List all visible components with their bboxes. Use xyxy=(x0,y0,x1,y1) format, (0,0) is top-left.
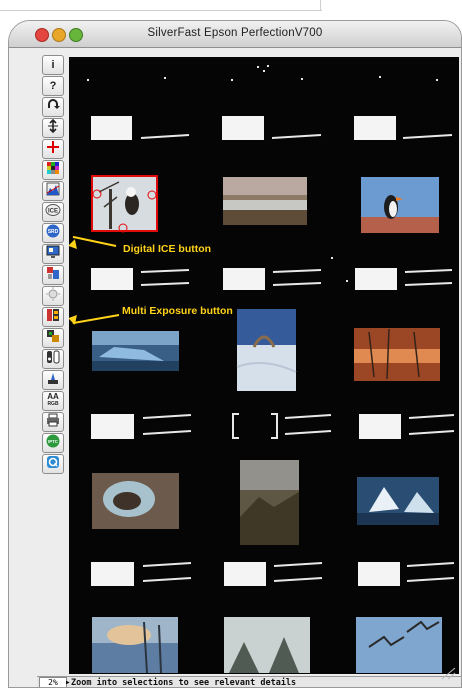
histogram-icon xyxy=(46,182,60,196)
svg-text:SRD: SRD xyxy=(48,229,59,235)
prescan-preview-area[interactable]: Digital ICE button Multi Exposure button xyxy=(69,57,459,674)
batch-scan-button[interactable] xyxy=(42,244,64,264)
info-button[interactable]: i xyxy=(42,55,64,75)
status-hint: Zoom into selections to see relevant det… xyxy=(71,678,297,688)
srd-icon: SRD xyxy=(46,224,60,238)
zoom-menu-arrow-icon[interactable]: ▶ xyxy=(66,677,70,687)
auto-adjust-rgb-button[interactable]: AA RGB xyxy=(42,391,64,411)
film-icon xyxy=(47,309,59,321)
frames-icon xyxy=(47,267,59,279)
ice-annotation-label: Digital ICE button xyxy=(123,243,212,255)
eagle-photo-selected xyxy=(91,175,158,232)
multi-exposure-annotation-label: Multi Exposure button xyxy=(122,305,233,317)
frame-row-2 xyxy=(91,257,453,290)
rotate-icon xyxy=(48,99,60,109)
frame-row-1 xyxy=(91,116,453,140)
iptc-button[interactable]: IPTC xyxy=(42,433,64,453)
digital-ice-button[interactable]: ICE xyxy=(42,202,64,222)
page-border-line xyxy=(0,10,322,11)
frame-layout-button[interactable] xyxy=(42,265,64,285)
help-icon: ? xyxy=(49,80,57,92)
photo-row-2 xyxy=(92,309,440,391)
negafix-button[interactable] xyxy=(42,328,64,348)
title-bar: SilverFast Epson PerfectionV700 xyxy=(9,21,461,48)
negafix-icon xyxy=(47,330,59,342)
print-button[interactable] xyxy=(42,412,64,432)
holder-dots-top xyxy=(87,65,438,81)
multi-exposure-button[interactable] xyxy=(42,286,64,306)
iptc-icon: IPTC xyxy=(46,434,60,448)
status-bar: 2% ▶ Zoom into selections to see relevan… xyxy=(37,676,461,688)
window-title: SilverFast Epson PerfectionV700 xyxy=(147,27,323,39)
flip-icon xyxy=(48,118,58,134)
color-calibration-button[interactable] xyxy=(42,160,64,180)
zoom-level-field[interactable]: 2% xyxy=(39,677,67,687)
frame-row-3 xyxy=(91,413,455,439)
printer-icon xyxy=(47,413,59,427)
svg-text:IPTC: IPTC xyxy=(48,439,58,444)
ice-icon: ICE xyxy=(45,204,61,216)
film-holder-preview xyxy=(87,65,455,674)
dropper-icon xyxy=(48,373,58,384)
checkerboard-icon xyxy=(47,162,59,174)
rotate-button[interactable] xyxy=(42,97,64,117)
frame-row-4 xyxy=(91,562,455,586)
rgb-label: RGB xyxy=(47,401,59,407)
photo-row-3 xyxy=(92,460,439,545)
densitometer-button[interactable] xyxy=(42,139,64,159)
crosshair-icon xyxy=(47,141,59,153)
photo-row-4 xyxy=(92,617,442,674)
geese-flight-photo xyxy=(356,617,442,673)
silverfast-logo-button[interactable] xyxy=(42,454,64,474)
scan-mode-button[interactable] xyxy=(42,349,64,369)
silverfast-window: SilverFast Epson PerfectionV700 i ? ICE … xyxy=(8,20,462,688)
info-icon: i xyxy=(51,59,55,71)
help-button[interactable]: ? xyxy=(42,76,64,96)
auto-adjust-button[interactable] xyxy=(42,370,64,390)
aa-icon: AA xyxy=(47,392,59,401)
photo-row-1 xyxy=(91,175,439,233)
film-strip-button[interactable] xyxy=(42,307,64,327)
page-border-tick xyxy=(320,0,321,10)
srd-button[interactable]: SRD xyxy=(42,223,64,243)
svg-text:ICE: ICE xyxy=(48,209,58,215)
silverfast-icon xyxy=(47,456,59,468)
flip-button[interactable] xyxy=(42,118,64,138)
resize-grip-icon[interactable] xyxy=(438,666,456,680)
scan-mode-icon xyxy=(47,350,60,364)
multi-exposure-icon xyxy=(46,287,60,301)
monitor-icon xyxy=(46,245,60,258)
histogram-button[interactable] xyxy=(42,181,64,201)
